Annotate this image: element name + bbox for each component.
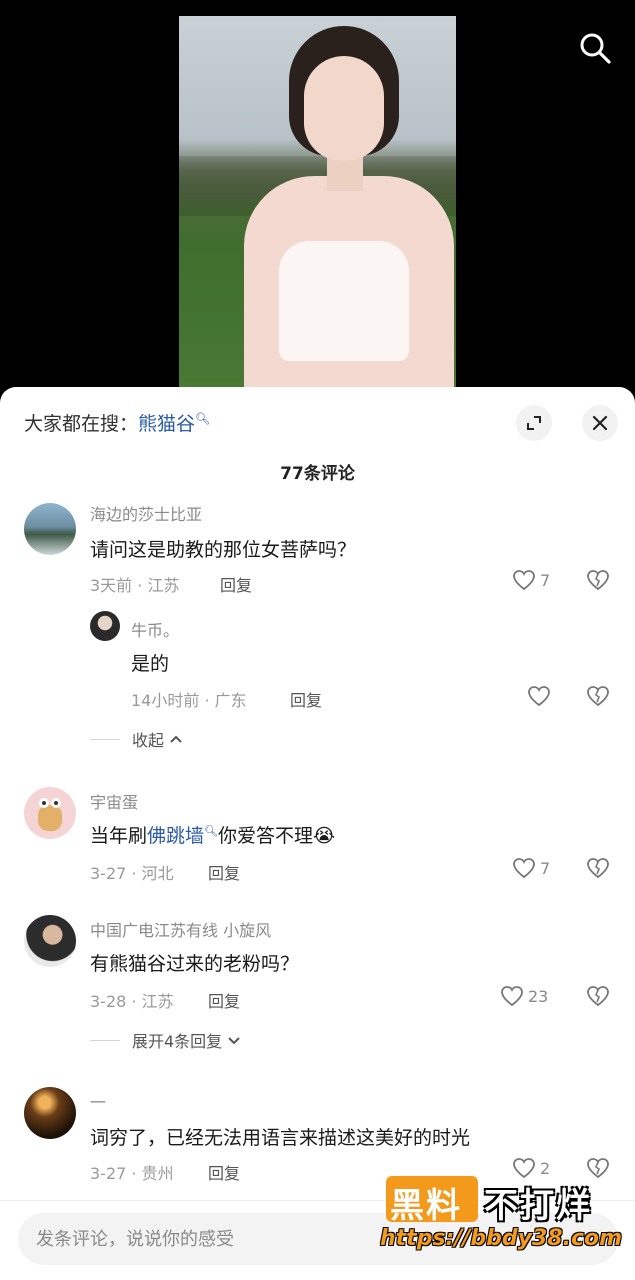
avatar[interactable]: [24, 503, 76, 555]
watermark-text-b: 不打烊: [484, 1186, 592, 1226]
comment-username[interactable]: 宇宙蛋: [90, 789, 138, 813]
reply-username[interactable]: 牛币。: [131, 617, 179, 641]
close-icon: [592, 415, 608, 431]
video-player[interactable]: [0, 0, 635, 400]
like-button[interactable]: 23: [500, 985, 548, 1007]
broken-heart-icon: [587, 986, 609, 1007]
comment-text-part: 你爱答不理: [218, 825, 314, 847]
watermark-text-a: 黑料: [390, 1186, 462, 1226]
comment-text: 请问这是助教的那位女菩萨吗？: [90, 539, 357, 561]
search-keyword-icon: 🔍︎: [204, 824, 218, 838]
reply-button[interactable]: 回复: [208, 1160, 240, 1184]
expand-replies-button[interactable]: 展开4条回复: [90, 1028, 242, 1052]
heart-icon: [528, 686, 550, 707]
divider: [90, 738, 120, 740]
chevron-down-icon: [228, 1037, 240, 1045]
comment-text: 词穷了，已经无法用语言来描述这美好的时光: [90, 1127, 471, 1149]
like-count: 7: [540, 570, 551, 590]
collapse-replies-button[interactable]: 收起: [90, 727, 184, 751]
watermark: 黑料 不打烊 https://bbdy38.com: [380, 1172, 623, 1262]
comment-count: 77条评论: [280, 464, 355, 484]
expand-label: 展开4条回复: [132, 1032, 223, 1051]
avatar[interactable]: [24, 787, 76, 839]
reply-button[interactable]: 回复: [290, 687, 322, 711]
chevron-up-icon: [170, 735, 182, 743]
avatar[interactable]: [24, 915, 76, 967]
reply-button[interactable]: 回复: [220, 572, 252, 596]
hot-search-bar[interactable]: 大家都在搜：熊猫谷🔍︎: [24, 409, 210, 436]
reply-text: 是的: [131, 653, 170, 675]
comment-username[interactable]: 中国广电江苏有线 小旋风: [90, 917, 271, 941]
comment-meta: 3-28 · 江苏: [90, 992, 174, 1011]
like-count: 7: [540, 858, 551, 878]
comment-username[interactable]: 海边的莎士比亚: [90, 501, 202, 525]
comment-text: 有熊猫谷过来的老粉吗？: [90, 953, 300, 975]
broken-heart-icon: [587, 686, 609, 707]
broken-heart-icon: [587, 570, 609, 591]
expand-icon: [527, 416, 541, 430]
watermark-url: https://bbdy38.com: [380, 1226, 623, 1251]
dislike-button[interactable]: [586, 569, 610, 595]
like-count: 23: [528, 986, 549, 1006]
reply-avatar[interactable]: [90, 611, 120, 641]
reply-meta: 14小时前 · 广东: [131, 691, 247, 710]
avatar[interactable]: [24, 1087, 76, 1139]
comment-input[interactable]: [36, 1228, 416, 1250]
hot-search-keyword[interactable]: 熊猫谷: [138, 413, 195, 435]
like-button[interactable]: 7: [512, 857, 550, 879]
dislike-button[interactable]: [586, 857, 610, 883]
expand-button[interactable]: [516, 405, 552, 441]
close-button[interactable]: [582, 405, 618, 441]
video-frame: [179, 16, 456, 400]
reply-button[interactable]: 回复: [208, 860, 240, 884]
like-button[interactable]: 7: [512, 569, 550, 591]
reply-button[interactable]: 回复: [208, 988, 240, 1012]
comment-meta: 3-27 · 河北: [90, 864, 174, 883]
broken-heart-icon: [587, 858, 609, 879]
crying-laughing-emoji: 😭: [313, 825, 336, 847]
hot-search-prefix: 大家都在搜：: [24, 413, 139, 435]
dislike-button[interactable]: [586, 685, 610, 711]
comment-text: 当年刷佛跳墙🔍︎你爱答不理😭: [90, 821, 335, 848]
comment-meta: 3天前 · 江苏: [90, 576, 180, 595]
dislike-button[interactable]: [586, 985, 610, 1011]
collapse-label: 收起: [132, 731, 165, 750]
comment-sheet: 大家都在搜：熊猫谷🔍︎ 77条评论 海边的莎士比亚 请问这是助教的那位女菩萨吗？…: [0, 387, 635, 1280]
heart-icon: [501, 986, 523, 1007]
comment-text-part: 当年刷: [90, 825, 148, 847]
search-keyword-icon: 🔍︎: [195, 411, 211, 426]
comment-username[interactable]: 一: [90, 1089, 106, 1113]
comment-meta: 3-27 · 贵州: [90, 1164, 174, 1183]
sheet-header: 大家都在搜：熊猫谷🔍︎: [0, 387, 635, 459]
comment-keyword-link[interactable]: 佛跳墙: [147, 825, 204, 847]
like-button[interactable]: [527, 685, 551, 707]
heart-icon: [513, 570, 535, 591]
divider: [90, 1039, 120, 1041]
heart-icon: [513, 858, 535, 879]
search-icon[interactable]: [577, 30, 613, 66]
